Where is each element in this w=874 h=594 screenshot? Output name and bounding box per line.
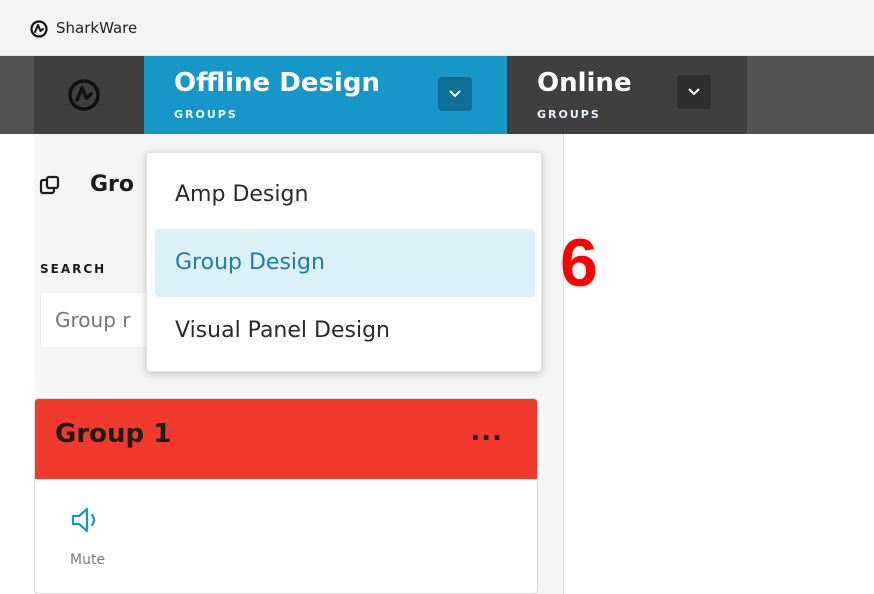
home-button[interactable]	[34, 56, 144, 134]
step-number-annotation: 6	[560, 225, 598, 301]
group-card: Group 1 ... Mute	[34, 398, 538, 594]
tab-subtitle: GROUPS	[537, 108, 601, 121]
sidebar-heading: Gro	[90, 172, 135, 197]
tab-title: Offline Design	[174, 68, 380, 98]
sharkware-logo-icon	[68, 79, 100, 111]
search-label: SEARCH	[40, 262, 107, 276]
tab-offline-design[interactable]: Offline Design GROUPS	[144, 56, 507, 134]
group-title: Group 1	[55, 419, 172, 449]
menu-item-visual-panel-design[interactable]: Visual Panel Design	[155, 297, 535, 365]
group-card-header: Group 1 ...	[35, 399, 537, 479]
tab-subtitle: GROUPS	[174, 108, 238, 121]
design-mode-dropdown: Amp Design Group Design Visual Panel Des…	[146, 152, 542, 372]
offline-design-dropdown-button[interactable]	[438, 77, 472, 111]
online-dropdown-button[interactable]	[677, 75, 711, 109]
mute-label: Mute	[70, 552, 106, 568]
speaker-icon[interactable]	[70, 505, 100, 535]
sharkware-logo-icon	[30, 20, 48, 38]
tab-title: Online	[537, 68, 632, 98]
groups-icon	[39, 175, 60, 195]
chevron-down-icon	[688, 88, 700, 96]
app-title: SharkWare	[56, 19, 138, 37]
menu-item-group-design[interactable]: Group Design	[155, 229, 535, 297]
menu-item-amp-design[interactable]: Amp Design	[155, 161, 535, 229]
chevron-down-icon	[449, 90, 461, 98]
title-bar: SharkWare	[0, 0, 874, 56]
tab-online[interactable]: Online GROUPS	[507, 56, 747, 134]
more-options-button[interactable]: ...	[470, 417, 503, 447]
